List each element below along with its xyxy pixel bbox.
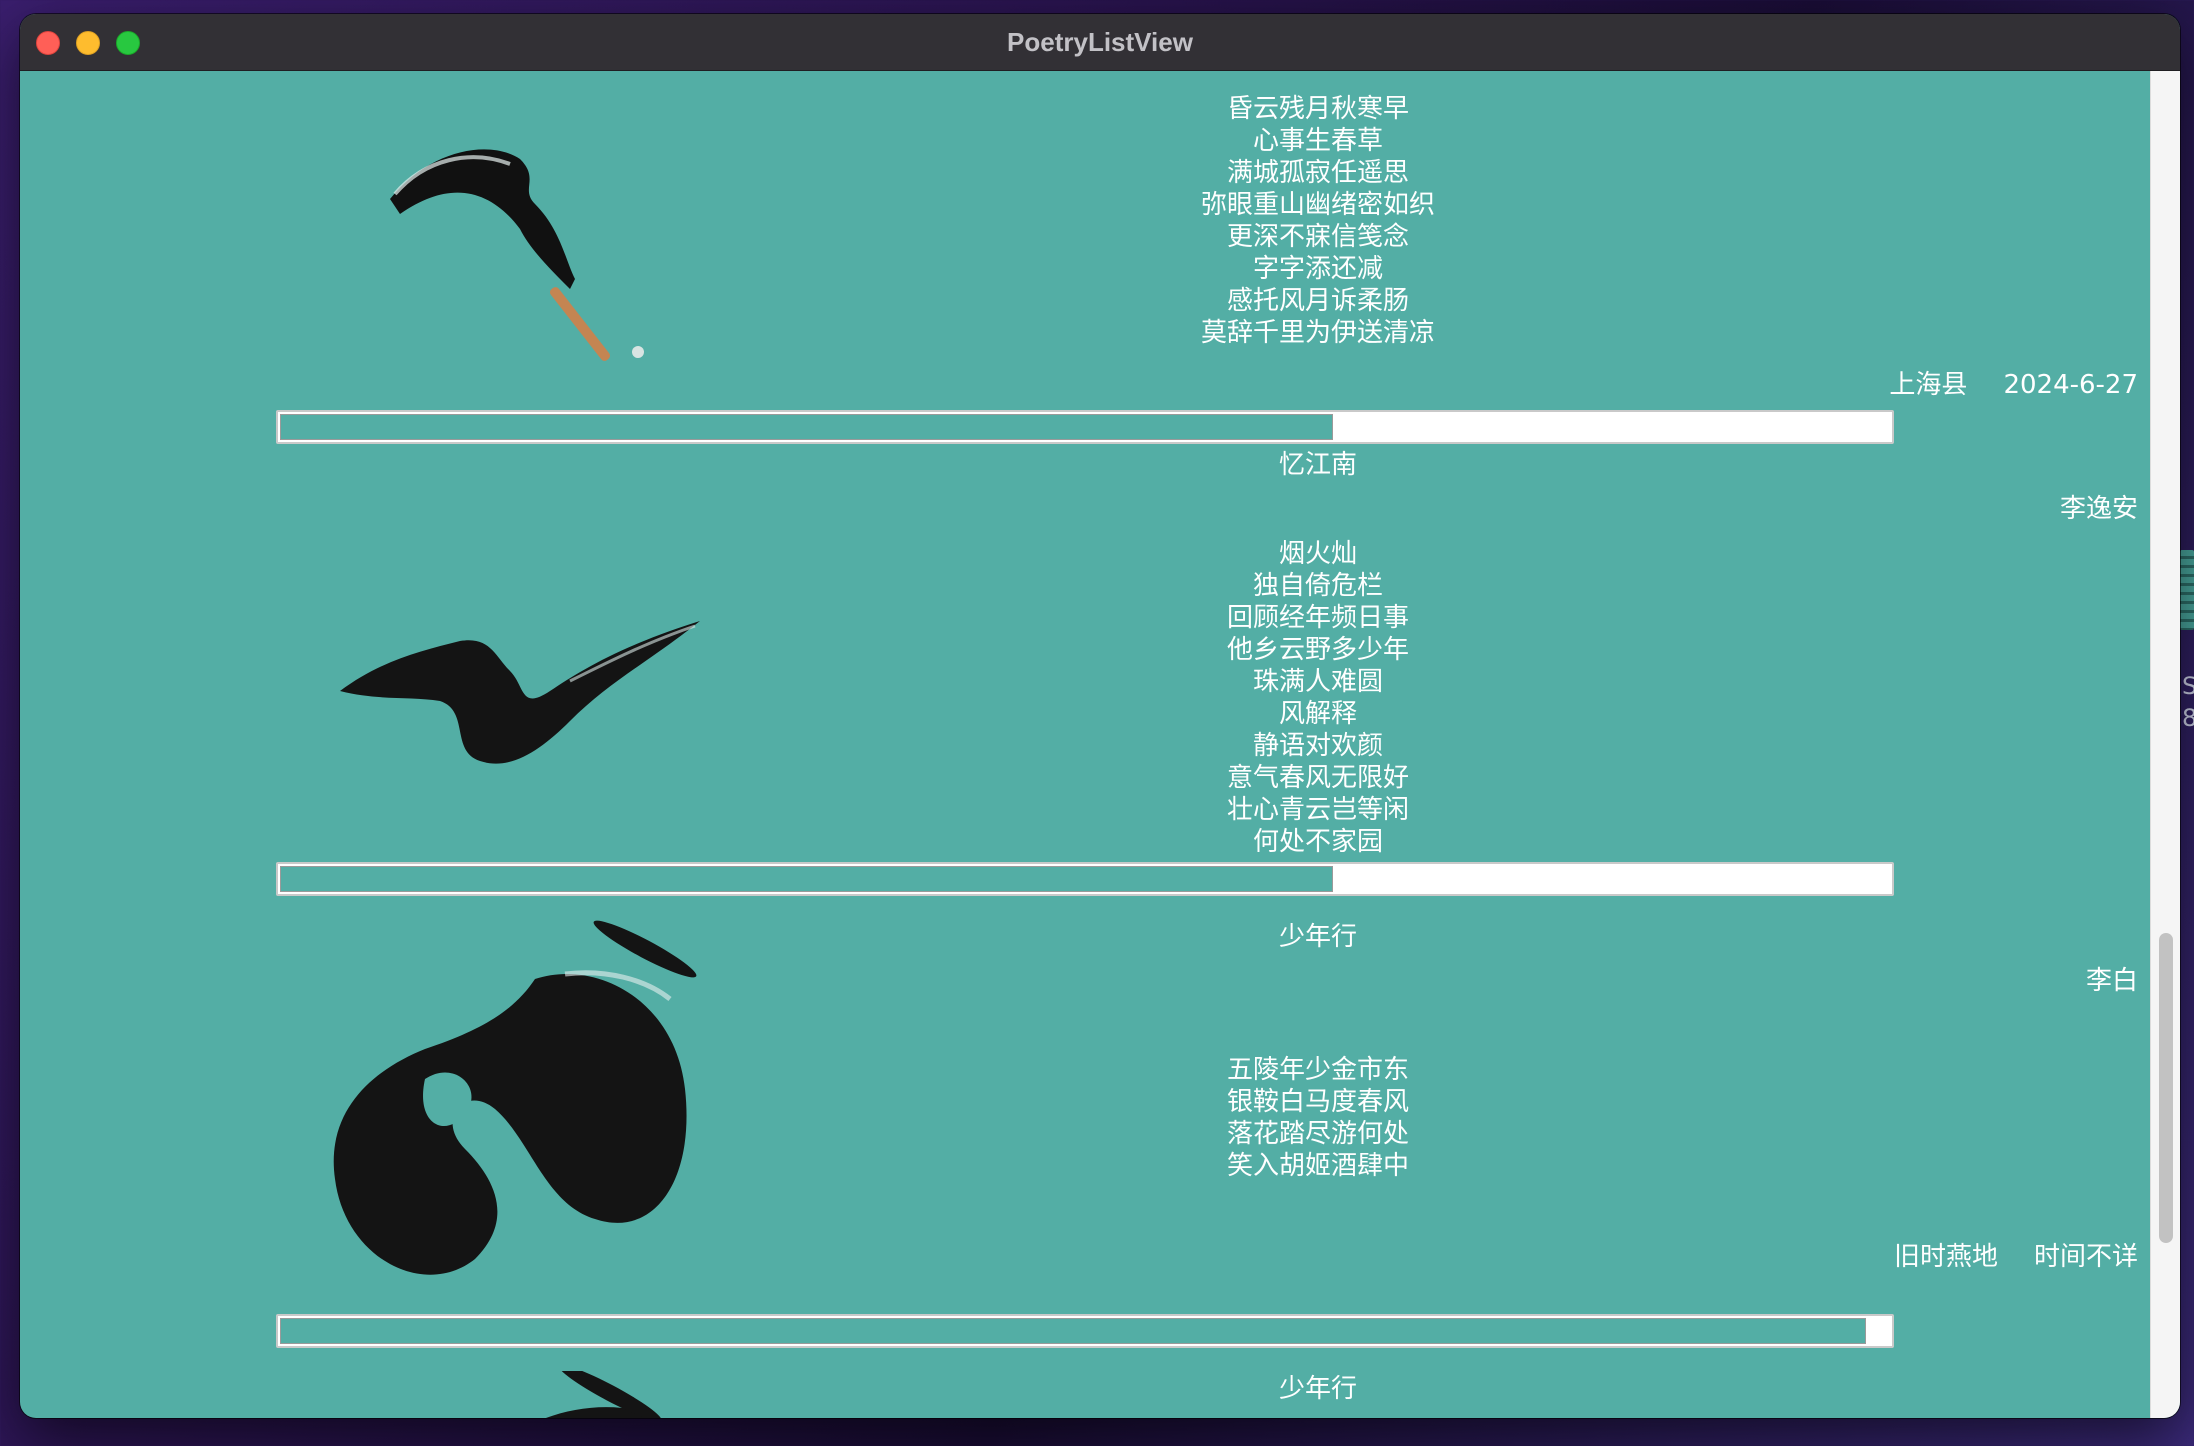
poem-1-line: 满城孤寂任遥思	[1226, 158, 1409, 188]
poem-3-footer: 旧时燕地 时间不详	[258, 1241, 2150, 1273]
poem-1-line: 更深不寐信笺念	[1226, 222, 1409, 252]
poem-2-line: 静语对欢颜	[1252, 731, 1383, 761]
poem-3-progress-bar	[276, 1314, 1894, 1348]
poem-3-author: 李白	[2085, 966, 2138, 996]
title-bar[interactable]: PoetryListView	[20, 14, 2180, 71]
poem-2-author: 李逸安	[2059, 494, 2138, 524]
poem-2-line: 烟火灿	[1278, 539, 1357, 569]
poem-3-place: 旧时燕地	[1893, 1242, 1998, 1272]
poetry-list[interactable]: 昏云残月秋寒早 心事生春草 满城孤寂任遥思 弥眼重山幽绪密如织 更深不寐信笺念 字字添还减…	[20, 71, 2150, 1418]
poem-3-line: 银鞍白马度春风	[1226, 1087, 1409, 1117]
poem-1-line: 莫辞千里为伊送清凉	[1200, 318, 1435, 348]
poem-4-title: 少年行	[1278, 1374, 1357, 1404]
poem-2-line: 风解释	[1278, 699, 1357, 729]
poem-3-line: 落花踏尽游何处	[1226, 1119, 1409, 1149]
poem-2-line: 壮心青云岂等闲	[1226, 795, 1409, 825]
poem-2-progress-bar	[276, 862, 1894, 896]
vertical-scrollbar[interactable]	[2150, 71, 2180, 1418]
poem-2-line: 何处不家园	[1252, 827, 1383, 857]
desktop-window-edge	[2180, 550, 2194, 630]
poem-2-title: 忆江南	[1278, 450, 1357, 480]
poem-3-title: 少年行	[1278, 922, 1357, 952]
poem-1-footer: 上海县 2024-6-27	[258, 369, 2150, 401]
poem-1-line: 弥眼重山幽绪密如织	[1200, 190, 1435, 220]
poem-1-progress-bar	[276, 410, 1894, 444]
poem-3-progress-fill	[280, 1318, 1866, 1344]
poem-3-line: 五陵年少金市东	[1226, 1055, 1409, 1085]
poem-1-progress-fill	[280, 414, 1334, 440]
poem-2-line: 回顾经年频日事	[1226, 603, 1409, 633]
poem-2-line: 意气春风无限好	[1226, 763, 1409, 793]
poem-3-line: 笑入胡姬酒肆中	[1226, 1151, 1409, 1181]
poem-2-progress-fill	[280, 866, 1334, 892]
poem-2-line: 独自倚危栏	[1252, 571, 1383, 601]
poem-4-author: 李白	[258, 1417, 2150, 1418]
app-window: PoetryListView 昏云残月秋寒早 心事生春草 满城孤寂任遥思 弥眼重山幽绪…	[20, 14, 2180, 1418]
poem-2-line: 他乡云野多少年	[1226, 635, 1409, 665]
poem-3-date: 时间不详	[2033, 1242, 2138, 1272]
window-title: PoetryListView	[1007, 27, 1193, 57]
desktop-edge-text: S8	[2182, 672, 2194, 732]
poem-1-line: 感托风月诉柔肠	[1226, 286, 1409, 316]
poem-1-line: 昏云残月秋寒早	[1226, 94, 1409, 124]
poem-2-line: 珠满人难圆	[1252, 667, 1383, 697]
poem-1-line: 字字添还减	[1252, 254, 1383, 284]
scrollbar-thumb[interactable]	[2159, 933, 2173, 1243]
poem-1-date: 2024-6-27	[2003, 370, 2138, 400]
poem-1-place: 上海县	[1889, 370, 1968, 400]
poem-1-line: 心事生春草	[1252, 126, 1383, 156]
